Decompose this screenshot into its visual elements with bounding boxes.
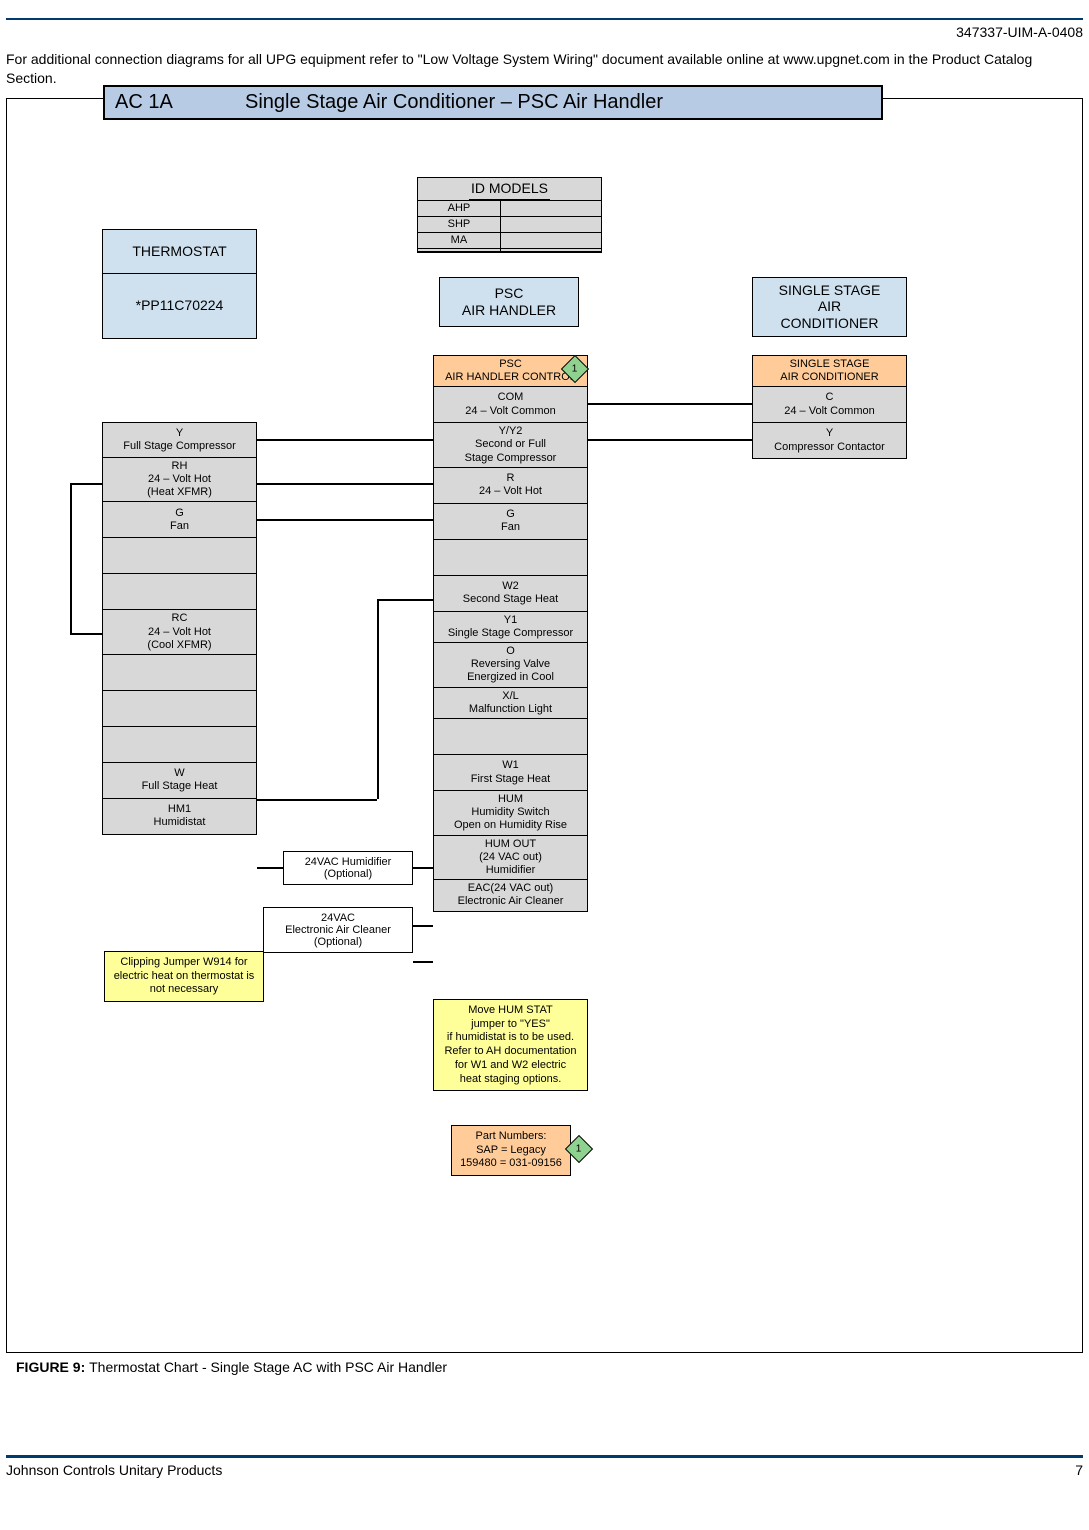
- term-hum: HUMHumidity SwitchOpen on Humidity Rise: [433, 791, 588, 836]
- doc-number: 347337-UIM-A-0408: [6, 24, 1083, 40]
- term-y1: Y1Single Stage Compressor: [433, 612, 588, 643]
- term-rc: RC24 – Volt Hot(Cool XFMR): [102, 610, 257, 655]
- clipping-jumper-note: Clipping Jumper W914 for electric heat o…: [104, 951, 264, 1002]
- humidifier-optional: 24VAC Humidifier(Optional): [283, 851, 413, 885]
- id-models-table: ID MODELS AHP SHP MA: [417, 177, 602, 253]
- term-y-ac: YCompressor Contactor: [752, 423, 907, 459]
- ac-control-header: SINGLE STAGEAIR CONDITIONER: [752, 355, 907, 387]
- term-g: GFan: [102, 502, 257, 538]
- eac-optional: 24VACElectronic Air Cleaner(Optional): [263, 907, 413, 953]
- psc-terminals: PSCAIR HANDLER CONTROL COM24 – Volt Comm…: [433, 355, 588, 912]
- ac-terminals: SINGLE STAGEAIR CONDITIONER C24 – Volt C…: [752, 355, 907, 459]
- term-rh: RH24 – Volt Hot(Heat XFMR): [102, 458, 257, 503]
- term-eac: EAC(24 VAC out)Electronic Air Cleaner: [433, 880, 588, 911]
- footer-brand: Johnson Controls Unitary Products: [6, 1462, 222, 1478]
- thermostat-model: *PP11C70224: [102, 274, 257, 339]
- term-yy2: Y/Y2Second or FullStage Compressor: [433, 423, 588, 468]
- intro-text: For additional connection diagrams for a…: [6, 50, 1083, 88]
- term-com: COM24 – Volt Common: [433, 387, 588, 423]
- wiring-diagram: AC 1ASingle Stage Air Conditioner – PSC …: [6, 98, 1083, 1353]
- thermostat-header: THERMOSTAT: [102, 229, 257, 274]
- term-w2: W2Second Stage Heat: [433, 576, 588, 612]
- footer-page: 7: [1075, 1462, 1083, 1478]
- psc-air-handler-header: PSCAIR HANDLER: [439, 277, 579, 327]
- term-humout: HUM OUT(24 VAC out)Humidifier: [433, 836, 588, 881]
- diagram-title-bar: AC 1ASingle Stage Air Conditioner – PSC …: [103, 85, 883, 120]
- term-hm1: HM1Humidistat: [102, 799, 257, 835]
- part-numbers-note: Part Numbers: SAP = Legacy 159480 = 031-…: [451, 1125, 571, 1176]
- figure-caption: FIGURE 9: Thermostat Chart - Single Stag…: [16, 1359, 1083, 1375]
- term-r: R24 – Volt Hot: [433, 468, 588, 504]
- term-y: YFull Stage Compressor: [102, 422, 257, 458]
- term-xl: X/LMalfunction Light: [433, 688, 588, 719]
- single-stage-ac-header: SINGLE STAGEAIRCONDITIONER: [752, 277, 907, 337]
- term-o: OReversing ValveEnergized in Cool: [433, 643, 588, 688]
- thermostat-terminals: YFull Stage Compressor RH24 – Volt Hot(H…: [102, 422, 257, 835]
- hum-stat-note: Move HUM STAT jumper to "YES" if humidis…: [433, 999, 588, 1092]
- term-w1: W1First Stage Heat: [433, 755, 588, 791]
- term-c-ac: C24 – Volt Common: [752, 387, 907, 423]
- term-w: WFull Stage Heat: [102, 763, 257, 799]
- term-g-psc: GFan: [433, 504, 588, 540]
